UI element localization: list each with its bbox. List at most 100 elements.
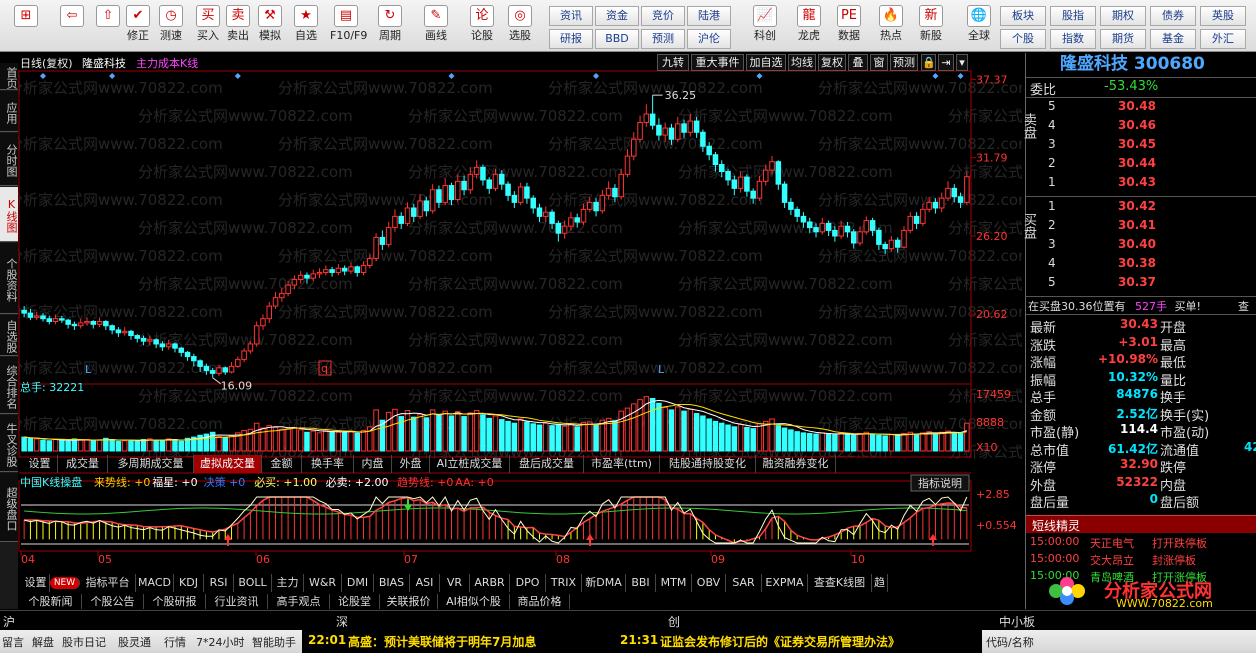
status-item-4[interactable]: 行情 — [164, 634, 186, 650]
indicator-tab-18[interactable]: MTM — [656, 574, 692, 592]
quick-link-1[interactable]: 资金 — [595, 6, 639, 26]
sell-price[interactable]: 30.48 — [1118, 99, 1156, 113]
left-tab-8[interactable]: 超级盘口 — [0, 473, 18, 542]
toolbar-button-hammer[interactable]: ⚒ 模拟 — [254, 3, 286, 49]
quick-link-2[interactable]: 竞价 — [641, 6, 685, 26]
market-link-9[interactable]: 外汇 — [1200, 29, 1246, 49]
volume-tab-11[interactable]: 陆股通持股变化 — [660, 455, 756, 473]
logo-ad[interactable]: 分析家公式网 WWW.70822.com — [1046, 577, 1256, 610]
indicator-tab-17[interactable]: BBI — [626, 574, 656, 592]
quick-link-5[interactable]: BBD — [595, 29, 639, 49]
status-item-6[interactable]: 智能助手 — [252, 634, 296, 650]
news-ticker[interactable]: 22:01 高盛：预计美联储将于明年7月加息 21:31 证监会发布修订后的《证… — [302, 630, 982, 653]
indicator-tab-0[interactable]: 设置 — [22, 574, 50, 592]
toolbar-button-forum[interactable]: 论论股 — [466, 3, 498, 49]
buy-price[interactable]: 30.41 — [1118, 218, 1156, 232]
toolbar-button-new-stock[interactable]: 新新股 — [912, 3, 950, 49]
toolbar-button-kechuang[interactable]: 📈 科创 — [746, 3, 784, 49]
quick-link-0[interactable]: 资讯 — [549, 6, 593, 26]
volume-tab-10[interactable]: 市盈率(ttm) — [584, 455, 660, 473]
toolbar-button-hot[interactable]: 🔥 热点 — [872, 3, 910, 49]
indicator-tab-21[interactable]: EXPMA — [762, 574, 808, 592]
sell-price[interactable]: 30.46 — [1118, 118, 1156, 132]
index-zx[interactable]: 中小板 — [999, 613, 1035, 630]
toolbar-button-correct[interactable]: ✔ 修正 — [122, 3, 154, 49]
kline-button-10[interactable]: ▾ — [956, 54, 968, 71]
volume-tab-0[interactable]: 设置 — [22, 455, 58, 473]
indicator-tab-12[interactable]: VR — [440, 574, 470, 592]
kline-button-6[interactable]: 窗 — [870, 54, 888, 71]
indicator-tab-11[interactable]: ASI — [410, 574, 440, 592]
news-tab-2[interactable]: 个股研报 — [144, 594, 206, 609]
sell-price[interactable]: 30.45 — [1118, 137, 1156, 151]
volume-tab-7[interactable]: 外盘 — [392, 455, 430, 473]
indicator-tab-23[interactable]: 趋 — [872, 574, 888, 592]
indicator-tab-16[interactable]: 新DMA — [582, 574, 626, 592]
toolbar-button-clock[interactable]: ◷ 测速 — [155, 3, 187, 49]
news-tab-4[interactable]: 高手观点 — [268, 594, 330, 609]
toolbar-button-dragon[interactable]: 龍龙虎 — [790, 3, 828, 49]
quick-link-3[interactable]: 陆港 — [687, 6, 731, 26]
kline-chart[interactable]: 分析家公式网www.70822.com 分析家公式网www.70822.com 分析… — [18, 53, 1022, 609]
kline-button-4[interactable]: 复权 — [818, 54, 846, 71]
kline-button-8[interactable]: 🔒 — [921, 54, 936, 71]
market-link-5[interactable]: 个股 — [1000, 29, 1046, 49]
news-tab-1[interactable]: 个股公告 — [82, 594, 144, 609]
volume-tab-6[interactable]: 内盘 — [354, 455, 392, 473]
toolbar-button-back-arrow[interactable]: ⇦ — [52, 3, 92, 49]
indicator-tab-13[interactable]: ARBR — [470, 574, 510, 592]
indicator-tab-14[interactable]: DPO — [510, 574, 546, 592]
indicator-tab-19[interactable]: OBV — [692, 574, 726, 592]
indicator-tab-10[interactable]: BIAS — [374, 574, 410, 592]
status-item-3[interactable]: 股灵通 — [118, 634, 151, 650]
indicator-tab-4[interactable]: KDJ — [174, 574, 204, 592]
kline-button-7[interactable]: 预测 — [890, 54, 918, 71]
event-diamond-icon[interactable] — [234, 73, 241, 79]
volume-tab-1[interactable]: 成交量 — [58, 455, 108, 473]
news-tab-3[interactable]: 行业资讯 — [206, 594, 268, 609]
quick-link-6[interactable]: 预测 — [641, 29, 685, 49]
left-tab-5[interactable]: 自选股 — [0, 315, 18, 356]
toolbar-button-buy[interactable]: 买买入 — [192, 3, 224, 49]
toolbar-button-f10[interactable]: ▤ F10/F9 — [330, 3, 367, 49]
market-link-8[interactable]: 基金 — [1150, 29, 1196, 49]
market-link-6[interactable]: 指数 — [1050, 29, 1096, 49]
market-link-2[interactable]: 期权 — [1100, 6, 1146, 26]
left-tab-6[interactable]: 综合排名 — [0, 357, 18, 414]
indicator-tab-7[interactable]: 主力 — [272, 574, 304, 592]
indicator-tab-8[interactable]: W&R — [304, 574, 342, 592]
kline-button-0[interactable]: 九转 — [657, 54, 689, 71]
status-item-0[interactable]: 留言 — [2, 634, 24, 650]
indicator-tab-20[interactable]: SAR — [726, 574, 762, 592]
toolbar-button-select-stock[interactable]: ◎ 选股 — [504, 3, 536, 49]
buy-price[interactable]: 30.37 — [1118, 275, 1156, 289]
toolbar-button-up-arrow[interactable]: ⇧ — [92, 3, 124, 49]
index-sz[interactable]: 深 — [336, 613, 348, 630]
sell-price[interactable]: 30.44 — [1118, 156, 1156, 170]
news-tab-8[interactable]: 商品价格 — [510, 594, 570, 609]
notice-lookup-button[interactable]: 查 — [1238, 298, 1249, 314]
buy-price[interactable]: 30.40 — [1118, 237, 1156, 251]
volume-tab-12[interactable]: 融资融券变化 — [756, 455, 836, 473]
market-link-1[interactable]: 股指 — [1050, 6, 1096, 26]
sell-price[interactable]: 30.43 — [1118, 175, 1156, 189]
toolbar-button-star[interactable]: ★ 自选 — [290, 3, 322, 49]
kline-button-2[interactable]: 加自选 — [746, 54, 786, 71]
kline-button-3[interactable]: 均线 — [788, 54, 816, 71]
status-item-2[interactable]: 股市日记 — [62, 634, 106, 650]
news-tab-7[interactable]: AI相似个股 — [438, 594, 510, 609]
code-search-input[interactable]: 代码/名称 — [986, 634, 1034, 650]
indicator-tab-6[interactable]: BOLL — [234, 574, 272, 592]
market-link-4[interactable]: 英股 — [1200, 6, 1246, 26]
indicator-tab-2[interactable]: 指标平台 — [80, 574, 136, 592]
indicator-tab-3[interactable]: MACD — [136, 574, 174, 592]
index-cy[interactable]: 创 — [668, 613, 680, 630]
indicator-name-label[interactable]: 主力成本K线 — [136, 55, 198, 71]
kline-button-9[interactable]: ⇥ — [938, 54, 954, 71]
indicator-tab-22[interactable]: 查查K线图 — [808, 574, 872, 592]
left-tab-7[interactable]: 牛叉诊股 — [0, 415, 18, 472]
buy-price[interactable]: 30.38 — [1118, 256, 1156, 270]
toolbar-button-data[interactable]: PE 数据 — [830, 3, 868, 49]
toolbar-button-sell[interactable]: 卖卖出 — [222, 3, 254, 49]
news2-text[interactable]: 证监会发布修订后的《证券交易所管理办法》 — [660, 633, 900, 650]
